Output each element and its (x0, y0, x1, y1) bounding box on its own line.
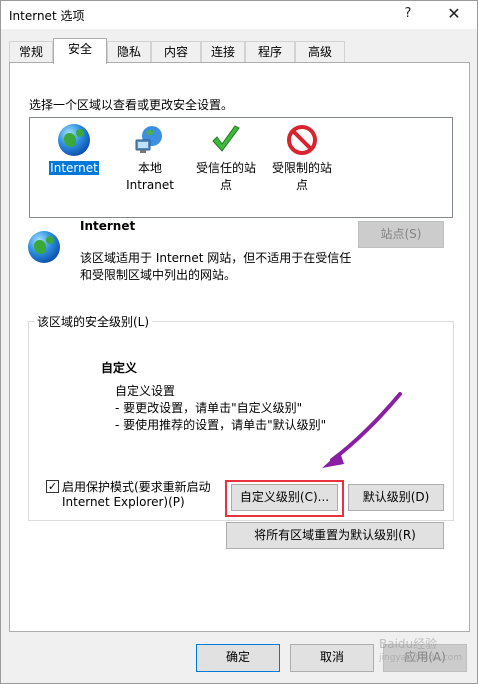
zone-internet[interactable]: Internet (38, 118, 110, 218)
zone-label-line2: 点 (219, 178, 232, 192)
security-level-heading: 自定义 (101, 361, 138, 375)
tab-privacy[interactable]: 隐私 (107, 41, 151, 63)
tab-general[interactable]: 常规 (9, 41, 53, 63)
ok-button[interactable]: 确定 (196, 644, 280, 672)
zone-label-line2: 点 (295, 178, 308, 192)
zone-label-line1: 本地 (137, 161, 162, 175)
security-level-line3: - 要使用推荐的设置，请单击"默认级别" (115, 418, 327, 432)
protected-mode-checkbox[interactable]: ✓ (46, 480, 59, 493)
zone-label-line2: Intranet (126, 178, 174, 192)
no-entry-icon (287, 125, 317, 155)
zone-info-title: Internet (80, 219, 136, 233)
security-level-line2: - 要更改设置，请单击"自定义级别" (115, 401, 303, 415)
sites-button[interactable]: 站点(S) (358, 221, 444, 248)
zone-local-intranet[interactable]: 本地 Intranet (114, 118, 186, 218)
tab-advanced[interactable]: 高级 (295, 41, 345, 63)
title-bar: Internet 选项 ? ✕ (1, 1, 477, 29)
security-level-label: 该区域的安全级别(L) (34, 313, 153, 330)
zone-trusted-sites[interactable]: 受信任的站 点 (190, 118, 262, 218)
zone-info-desc-line2: 和受限制区域中列出的网站。 (80, 268, 237, 282)
default-level-button[interactable]: 默认级别(D) (348, 484, 444, 511)
reset-all-zones-button[interactable]: 将所有区域重置为默认级别(R) (226, 522, 444, 549)
zone-label: Internet (49, 161, 99, 175)
local-intranet-icon (135, 126, 162, 153)
highlight-annotation (225, 480, 344, 517)
annotation-arrow (322, 392, 402, 468)
zone-list[interactable]: Internet 本地 Intranet 受信任的站 点 受限制的站 点 (29, 117, 453, 218)
tab-programs[interactable]: 程序 (245, 41, 295, 63)
watermark-line1: Baidu经验 (379, 637, 438, 651)
globe-icon (28, 231, 60, 263)
tab-security[interactable]: 安全 (53, 38, 107, 64)
tab-connections[interactable]: 连接 (201, 41, 245, 63)
select-zone-instruction: 选择一个区域以查看或更改安全设置。 (29, 98, 234, 112)
help-icon[interactable]: ? (391, 3, 425, 25)
zone-label-line1: 受限制的站 (271, 161, 332, 175)
internet-options-dialog: Internet 选项 ? ✕ 常规 安全 隐私 内容 连接 程序 高级 选择一… (0, 0, 478, 684)
zone-label-line1: 受信任的站 (195, 161, 256, 175)
cancel-button[interactable]: 取消 (290, 644, 374, 672)
close-icon[interactable]: ✕ (437, 3, 471, 25)
protected-mode-label-line1: 启用保护模式(要求重新启动 (62, 480, 211, 494)
protected-mode-label-line2: Internet Explorer)(P) (62, 495, 185, 509)
zone-info-desc-line1: 该区域适用于 Internet 网站，但不适用于在受信任 (80, 251, 352, 265)
window-title: Internet 选项 (9, 9, 85, 23)
watermark-line2: jingyan.baidu.com (379, 653, 463, 663)
globe-icon (58, 124, 90, 156)
checkmark-icon (212, 125, 240, 152)
security-level-line1: 自定义设置 (115, 384, 176, 398)
tab-content[interactable]: 内容 (151, 41, 201, 63)
zone-restricted-sites[interactable]: 受限制的站 点 (266, 118, 338, 218)
security-panel: 选择一个区域以查看或更改安全设置。 Internet 本地 Intranet 受… (9, 62, 470, 632)
watermark: Baidu经验 jingyan.baidu.com (379, 637, 475, 671)
